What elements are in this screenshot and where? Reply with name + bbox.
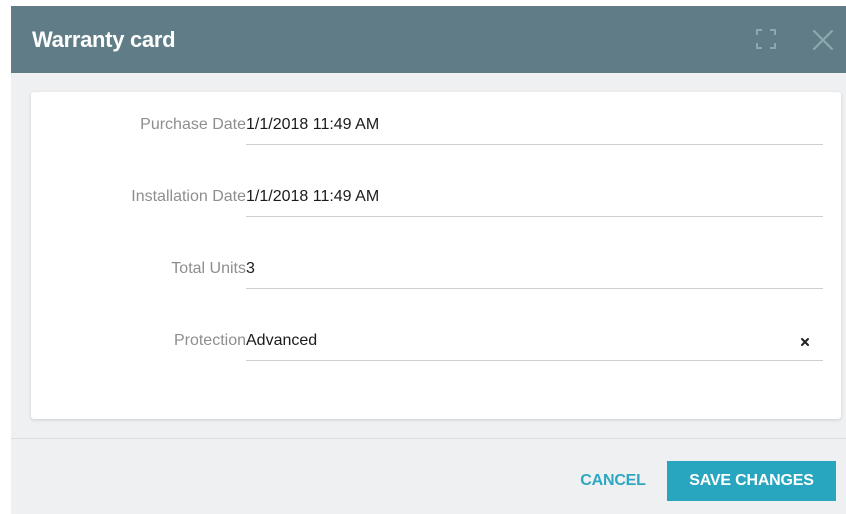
total-units-field[interactable]: 3 bbox=[246, 250, 823, 289]
total-units-value: 3 bbox=[246, 260, 255, 277]
installation-date-value: 1/1/2018 11:49 AM bbox=[246, 188, 380, 205]
footer-divider bbox=[11, 438, 846, 439]
cancel-button[interactable]: CANCEL bbox=[568, 461, 658, 501]
save-changes-button[interactable]: SAVE CHANGES bbox=[667, 461, 836, 501]
form-card: Purchase Date 1/1/2018 11:49 AM Installa… bbox=[31, 92, 841, 419]
protection-row: Protection Advanced bbox=[31, 322, 841, 362]
dialog-title: Warranty card bbox=[32, 27, 176, 52]
purchase-date-label: Purchase Date bbox=[140, 116, 246, 133]
purchase-date-value: 1/1/2018 11:49 AM bbox=[246, 116, 380, 133]
purchase-date-field[interactable]: 1/1/2018 11:49 AM bbox=[246, 106, 823, 145]
clear-icon[interactable] bbox=[799, 335, 811, 347]
total-units-label: Total Units bbox=[171, 260, 246, 277]
total-units-row: Total Units 3 bbox=[31, 250, 841, 290]
protection-field[interactable]: Advanced bbox=[246, 322, 823, 361]
installation-date-field[interactable]: 1/1/2018 11:49 AM bbox=[246, 178, 823, 217]
installation-date-label: Installation Date bbox=[131, 188, 246, 205]
purchase-date-row: Purchase Date 1/1/2018 11:49 AM bbox=[31, 106, 841, 146]
protection-label: Protection bbox=[173, 332, 246, 349]
warranty-card-dialog: Warranty card Purchase Date 1/1/2018 11:… bbox=[11, 6, 846, 514]
installation-date-row: Installation Date 1/1/2018 11:49 AM bbox=[31, 178, 841, 218]
dialog-titlebar: Warranty card bbox=[11, 6, 846, 73]
maximize-icon[interactable] bbox=[755, 28, 777, 50]
protection-value: Advanced bbox=[246, 332, 318, 349]
close-icon[interactable] bbox=[811, 28, 835, 52]
